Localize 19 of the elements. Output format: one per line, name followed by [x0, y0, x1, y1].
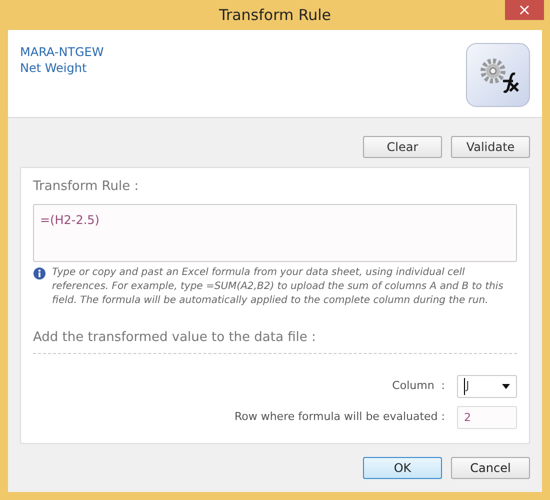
column-label: Column :: [392, 378, 445, 394]
toolbar-button[interactable]: Validate: [451, 136, 530, 158]
info-icon: [33, 266, 46, 280]
dialog-button[interactable]: OK: [363, 457, 442, 479]
formula-field[interactable]: =(H2-2.5): [33, 204, 517, 262]
dialog-button[interactable]: Cancel: [451, 457, 530, 479]
formula-gear-icon: [466, 43, 530, 107]
caret-icon: [502, 384, 510, 389]
row-field[interactable]: 2: [457, 406, 517, 429]
column-dropdown[interactable]: J: [457, 375, 517, 398]
section-label: Transform Rule :: [33, 178, 140, 196]
field-code: MARA-NTGEW: [20, 44, 104, 60]
toolbar-button[interactable]: Clear: [363, 136, 442, 158]
close-button[interactable]: ×: [505, 0, 544, 20]
field-name: Net Weight: [20, 60, 88, 76]
window-title: Transform Rule: [218, 4, 332, 26]
row-label: Row where formula will be evaluated :: [234, 409, 445, 426]
section-label: Add the transformed value to the data file :: [33, 328, 317, 346]
help-text: Type or copy and past an Excel formula from your data sheet, using individual cell references. For example, type =SUM(A2,B2) to upload the sum of columns A and B to this field. The formula will be automatically applied to the complete column during the run.: [52, 266, 504, 308]
